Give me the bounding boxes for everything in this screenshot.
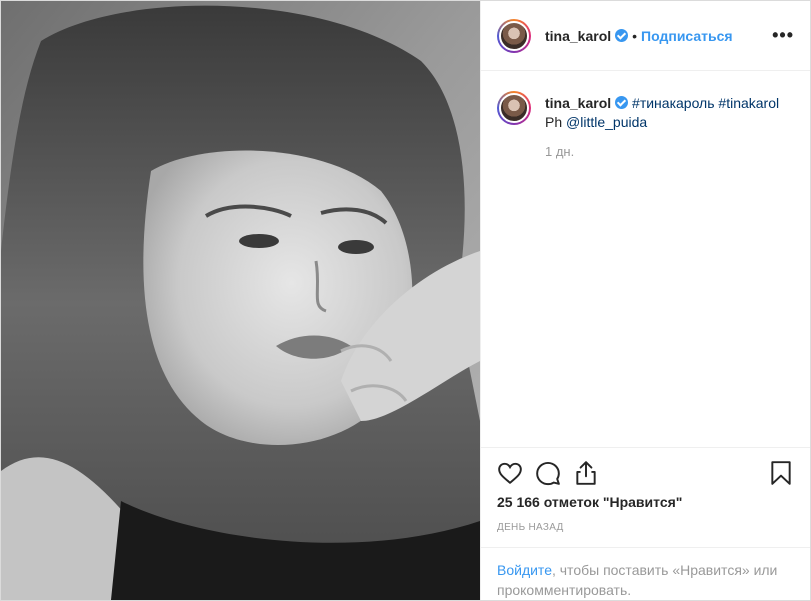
- caption-text: tina_karol #тинакароль #tinakarol Ph @li…: [545, 89, 779, 132]
- caption-time[interactable]: 1 дн.: [545, 144, 779, 159]
- comment-icon[interactable]: [535, 460, 561, 486]
- hashtag-link[interactable]: #tinakarol: [718, 95, 779, 111]
- actions-area: 25 166 отметок "Нравится" ДЕНЬ НАЗАД: [481, 447, 810, 533]
- heart-icon[interactable]: [497, 460, 523, 486]
- more-options-icon[interactable]: •••: [772, 25, 794, 46]
- hashtag-link[interactable]: #тинакароль: [632, 95, 714, 111]
- verified-badge-icon: [615, 96, 629, 109]
- comments-section: tina_karol #тинакароль #tinakarol Ph @li…: [481, 71, 810, 447]
- caption-avatar[interactable]: [497, 91, 531, 125]
- bookmark-icon[interactable]: [768, 460, 794, 486]
- separator-dot: •: [632, 27, 638, 44]
- share-icon[interactable]: [573, 460, 599, 486]
- action-bar: [497, 458, 794, 488]
- profile-avatar[interactable]: [497, 18, 531, 53]
- posted-ago: ДЕНЬ НАЗАД: [497, 522, 564, 533]
- mention-link[interactable]: @little_puida: [566, 114, 647, 130]
- post-header: tina_karol • Подписаться •••: [481, 1, 810, 71]
- verified-badge-icon: [615, 29, 629, 42]
- follow-button[interactable]: Подписаться: [641, 28, 733, 44]
- photo-credit-prefix: Ph: [545, 114, 563, 130]
- likes-count[interactable]: 25 166 отметок "Нравится": [497, 494, 794, 510]
- portrait-image: [1, 1, 480, 600]
- header-username[interactable]: tina_karol: [545, 28, 611, 44]
- caption-username[interactable]: tina_karol: [545, 95, 611, 111]
- login-prompt: Войдите, чтобы поставить «Нравится» или …: [481, 547, 810, 600]
- post-sidebar: tina_karol • Подписаться ••• tina_karol …: [480, 1, 810, 600]
- instagram-post: tina_karol • Подписаться ••• tina_karol …: [0, 0, 811, 601]
- post-photo[interactable]: [1, 1, 480, 600]
- login-link[interactable]: Войдите: [497, 562, 552, 578]
- caption: tina_karol #тинакароль #tinakarol Ph @li…: [497, 89, 794, 159]
